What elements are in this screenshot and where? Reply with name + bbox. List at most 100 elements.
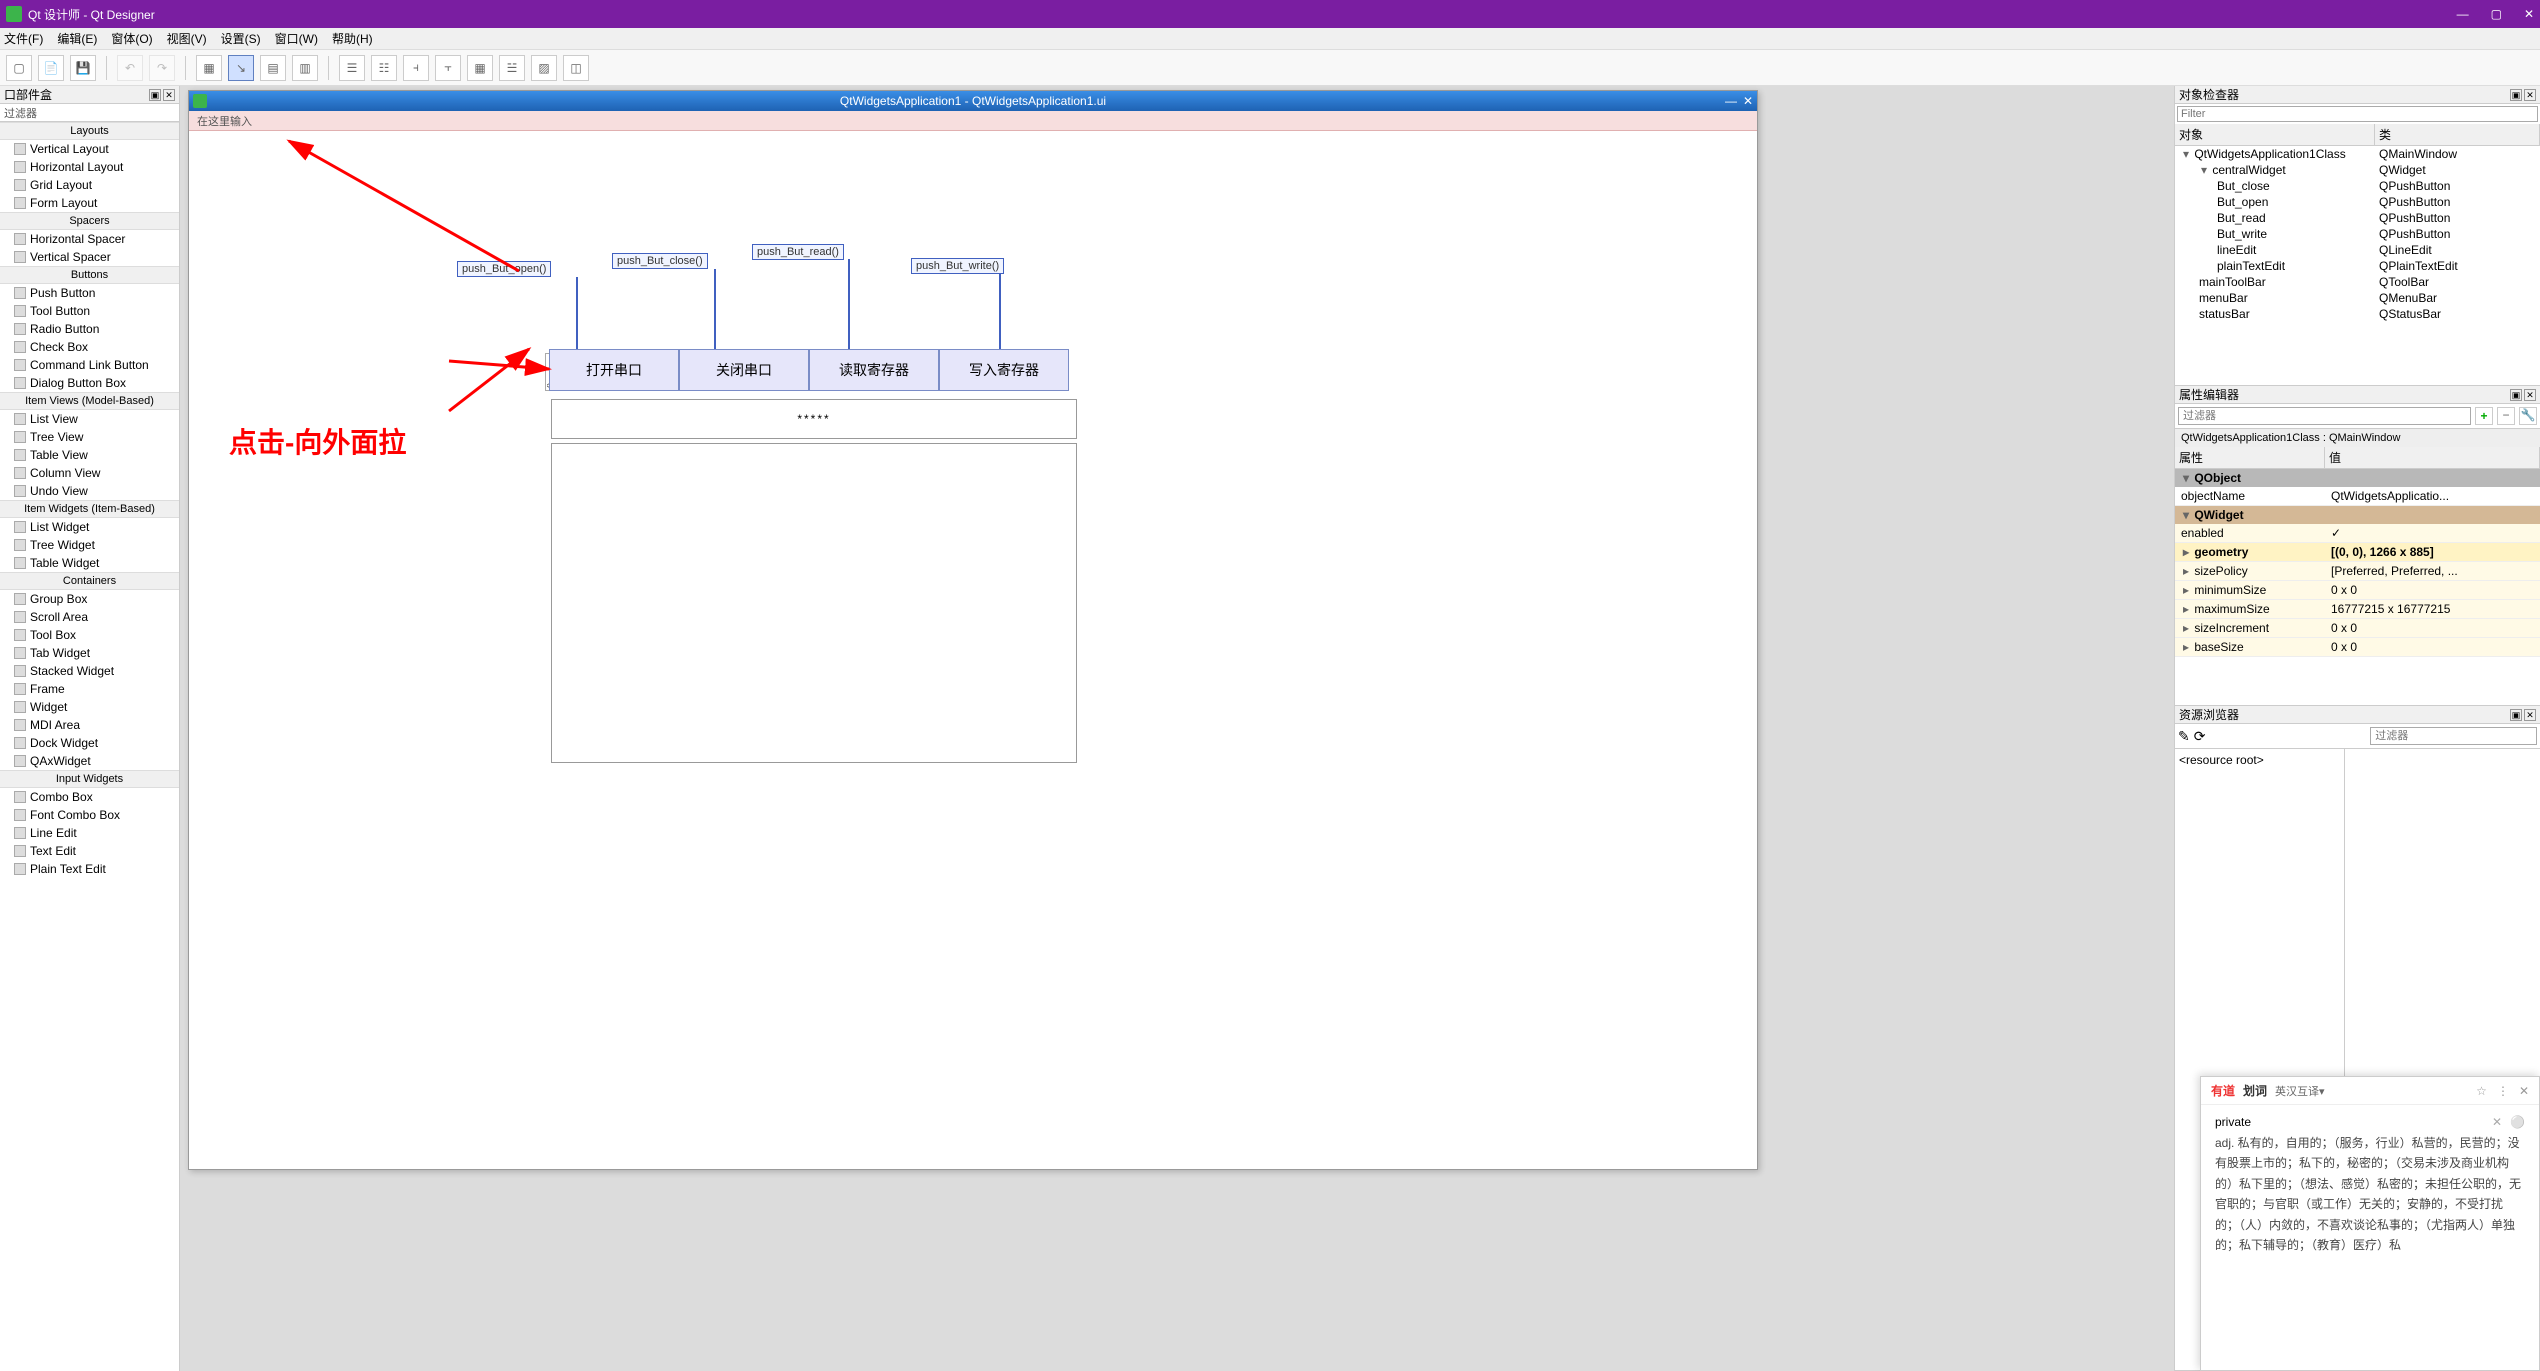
design-button-open[interactable]: 打开串口	[549, 349, 679, 391]
widget-item[interactable]: Table View	[0, 446, 179, 464]
object-row[interactable]: plainTextEditQPlainTextEdit	[2175, 258, 2540, 274]
mdi-area[interactable]: QtWidgetsApplication1 - QtWidgetsApplica…	[180, 86, 2174, 1371]
edit-widgets-icon[interactable]: ▦	[196, 55, 222, 81]
layout-grid-icon[interactable]: ▦	[467, 55, 493, 81]
widget-item[interactable]: Combo Box	[0, 788, 179, 806]
property-row[interactable]: objectNameQtWidgetsApplicatio...	[2175, 487, 2540, 506]
object-row[interactable]: But_writeQPushButton	[2175, 226, 2540, 242]
design-button-read[interactable]: 读取寄存器	[809, 349, 939, 391]
signal-label[interactable]: push_But_read()	[752, 244, 844, 260]
edit-buddies-icon[interactable]: ▤	[260, 55, 286, 81]
object-row[interactable]: But_readQPushButton	[2175, 210, 2540, 226]
widget-filter-label[interactable]: 过滤器	[0, 104, 179, 122]
maximize-button[interactable]: ▢	[2491, 7, 2502, 21]
remove-property-button[interactable]: −	[2497, 407, 2515, 425]
widget-item[interactable]: List View	[0, 410, 179, 428]
widget-item[interactable]: Table Widget	[0, 554, 179, 572]
widget-item[interactable]: Column View	[0, 464, 179, 482]
widget-item[interactable]: Tree Widget	[0, 536, 179, 554]
layout-v-icon[interactable]: ☷	[371, 55, 397, 81]
design-canvas[interactable]: push_But_open() push_But_close() push_Bu…	[189, 131, 1757, 1169]
config-property-button[interactable]: 🔧	[2519, 407, 2537, 425]
widget-item[interactable]: Push Button	[0, 284, 179, 302]
close-button[interactable]: ✕	[2524, 7, 2534, 21]
property-row[interactable]: ▸ maximumSize16777215 x 16777215	[2175, 600, 2540, 619]
object-row[interactable]: ▾ QtWidgetsApplication1ClassQMainWindow	[2175, 146, 2540, 162]
reload-icon[interactable]: ⟳	[2194, 728, 2206, 745]
new-icon[interactable]: ▢	[6, 55, 32, 81]
widget-item[interactable]: Line Edit	[0, 824, 179, 842]
col-class[interactable]: 类	[2375, 124, 2540, 145]
design-button-write[interactable]: 写入寄存器	[939, 349, 1069, 391]
widget-item[interactable]: Grid Layout	[0, 176, 179, 194]
menu-edit[interactable]: 编辑(E)	[57, 30, 97, 47]
dock-float-icon[interactable]: ▣	[2510, 89, 2522, 101]
object-row[interactable]: mainToolBarQToolBar	[2175, 274, 2540, 290]
widget-item[interactable]: Command Link Button	[0, 356, 179, 374]
minimize-button[interactable]: —	[2457, 7, 2469, 21]
widget-item[interactable]: MDI Area	[0, 716, 179, 734]
form-titlebar[interactable]: QtWidgetsApplication1 - QtWidgetsApplica…	[189, 91, 1757, 111]
pin-icon[interactable]: ☆	[2476, 1084, 2487, 1098]
cat-buttons[interactable]: Buttons	[0, 266, 179, 284]
form-close-button[interactable]: ✕	[1743, 94, 1753, 108]
dock-close-icon[interactable]: ✕	[2524, 89, 2536, 101]
open-icon[interactable]: 📄	[38, 55, 64, 81]
menu-file[interactable]: 文件(F)	[4, 30, 43, 47]
widget-item[interactable]: Tab Widget	[0, 644, 179, 662]
more-icon[interactable]: ⋮	[2497, 1084, 2509, 1098]
property-row[interactable]: ▸ sizePolicy[Preferred, Preferred, ...	[2175, 562, 2540, 581]
col-object[interactable]: 对象	[2175, 124, 2375, 145]
widget-item[interactable]: Widget	[0, 698, 179, 716]
group-qwidget[interactable]: ▾ QWidget	[2175, 506, 2540, 524]
cat-inputwidgets[interactable]: Input Widgets	[0, 770, 179, 788]
widget-item[interactable]: Horizontal Layout	[0, 158, 179, 176]
edit-signals-icon[interactable]: ↘	[228, 55, 254, 81]
property-row[interactable]: ▸ minimumSize0 x 0	[2175, 581, 2540, 600]
edit-tab-icon[interactable]: ▥	[292, 55, 318, 81]
widget-item[interactable]: Dock Widget	[0, 734, 179, 752]
cat-spacers[interactable]: Spacers	[0, 212, 179, 230]
edit-resource-icon[interactable]: ✎	[2178, 728, 2190, 745]
cat-containers[interactable]: Containers	[0, 572, 179, 590]
design-lineedit[interactable]: *****	[551, 399, 1077, 439]
object-row[interactable]: But_closeQPushButton	[2175, 178, 2540, 194]
widget-item[interactable]: Tree View	[0, 428, 179, 446]
cat-itemwidgets[interactable]: Item Widgets (Item-Based)	[0, 500, 179, 518]
widget-item[interactable]: Plain Text Edit	[0, 860, 179, 878]
widget-item[interactable]: List Widget	[0, 518, 179, 536]
group-qobject[interactable]: ▾ QObject	[2175, 469, 2540, 487]
menubar-placeholder[interactable]: 在这里输入	[189, 111, 1757, 131]
design-button-close[interactable]: 关闭串口	[679, 349, 809, 391]
object-row[interactable]: lineEditQLineEdit	[2175, 242, 2540, 258]
widget-item[interactable]: Vertical Layout	[0, 140, 179, 158]
layout-h-icon[interactable]: ☰	[339, 55, 365, 81]
widget-item[interactable]: Tool Box	[0, 626, 179, 644]
resource-filter-input[interactable]	[2370, 727, 2537, 745]
cat-layouts[interactable]: Layouts	[0, 122, 179, 140]
layout-hs-icon[interactable]: ⫞	[403, 55, 429, 81]
property-row[interactable]: enabled✓	[2175, 524, 2540, 543]
signal-label[interactable]: push_But_write()	[911, 258, 1004, 274]
widget-item[interactable]: Dialog Button Box	[0, 374, 179, 392]
dock-float-icon[interactable]: ▣	[2510, 709, 2522, 721]
object-row[interactable]: ▾ centralWidgetQWidget	[2175, 162, 2540, 178]
col-value[interactable]: 值	[2325, 447, 2540, 468]
dock-float-icon[interactable]: ▣	[2510, 389, 2522, 401]
property-row[interactable]: ▸ geometry[(0, 0), 1266 x 885]	[2175, 543, 2540, 562]
clear-icon[interactable]: ✕	[2492, 1115, 2502, 1129]
form-min-button[interactable]: —	[1725, 94, 1737, 108]
widget-item[interactable]: Tool Button	[0, 302, 179, 320]
widget-item[interactable]: Vertical Spacer	[0, 248, 179, 266]
design-plaintextedit[interactable]	[551, 443, 1077, 763]
break-layout-icon[interactable]: ▨	[531, 55, 557, 81]
widget-item[interactable]: Check Box	[0, 338, 179, 356]
object-row[interactable]: But_openQPushButton	[2175, 194, 2540, 210]
redo-icon[interactable]: ↷	[149, 55, 175, 81]
dict-close-button[interactable]: ✕	[2519, 1084, 2529, 1098]
dock-close-icon[interactable]: ✕	[2524, 709, 2536, 721]
widget-item[interactable]: Text Edit	[0, 842, 179, 860]
widget-item[interactable]: Undo View	[0, 482, 179, 500]
menu-help[interactable]: 帮助(H)	[332, 30, 373, 47]
dict-mode-select[interactable]: 英汉互译▾	[2275, 1083, 2325, 1099]
